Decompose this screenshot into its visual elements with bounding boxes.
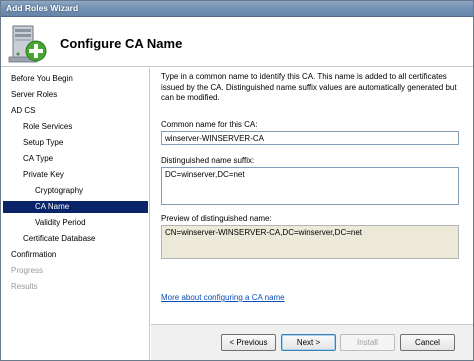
nav-item-ad-cs[interactable]: AD CS — [11, 105, 35, 117]
wizard-navigation: Before You Begin Server Roles AD CS Role… — [1, 68, 150, 360]
nav-item-certificate-database[interactable]: Certificate Database — [23, 233, 95, 245]
preview-label: Preview of distinguished name: — [161, 214, 272, 223]
nav-item-progress: Progress — [11, 266, 44, 275]
page-title: Configure CA Name — [60, 36, 183, 51]
wizard-footer: < Previous Next > Install Cancel — [151, 324, 473, 360]
title-bar[interactable]: Add Roles Wizard — [1, 1, 473, 17]
main-content: Type in a common name to identify this C… — [151, 68, 473, 324]
wizard-header: Configure CA Name — [1, 17, 473, 67]
description-text: Type in a common name to identify this C… — [161, 72, 457, 102]
server-add-icon — [8, 25, 47, 63]
nav-item-ca-name[interactable]: CA Name — [3, 201, 148, 213]
previous-button[interactable]: < Previous — [221, 334, 276, 351]
dn-suffix-input[interactable]: DC=winserver,DC=net — [161, 167, 459, 205]
install-button: Install — [340, 334, 395, 351]
nav-item-ca-type[interactable]: CA Type — [23, 153, 53, 165]
dn-suffix-label: Distinguished name suffix: — [161, 156, 255, 165]
nav-item-role-services[interactable]: Role Services — [23, 121, 72, 133]
nav-item-private-key[interactable]: Private Key — [23, 169, 64, 181]
nav-item-validity-period[interactable]: Validity Period — [35, 217, 86, 229]
nav-item-confirmation[interactable]: Confirmation — [11, 249, 56, 261]
common-name-label: Common name for this CA: — [161, 120, 258, 129]
dn-preview-field: CN=winserver-WINSERVER-CA,DC=winserver,D… — [161, 225, 459, 259]
add-roles-wizard-window: Add Roles Wizard Configure CA Name Befor… — [0, 0, 474, 361]
window-title: Add Roles Wizard — [6, 3, 79, 13]
nav-item-server-roles[interactable]: Server Roles — [11, 89, 57, 101]
nav-item-setup-type[interactable]: Setup Type — [23, 137, 63, 149]
help-link[interactable]: More about configuring a CA name — [161, 293, 285, 302]
nav-item-cryptography[interactable]: Cryptography — [35, 185, 83, 197]
nav-item-results: Results — [11, 282, 38, 291]
common-name-input[interactable]: winserver-WINSERVER-CA — [161, 131, 459, 145]
nav-item-before-you-begin[interactable]: Before You Begin — [11, 73, 73, 85]
next-button[interactable]: Next > — [281, 334, 336, 351]
cancel-button[interactable]: Cancel — [400, 334, 455, 351]
